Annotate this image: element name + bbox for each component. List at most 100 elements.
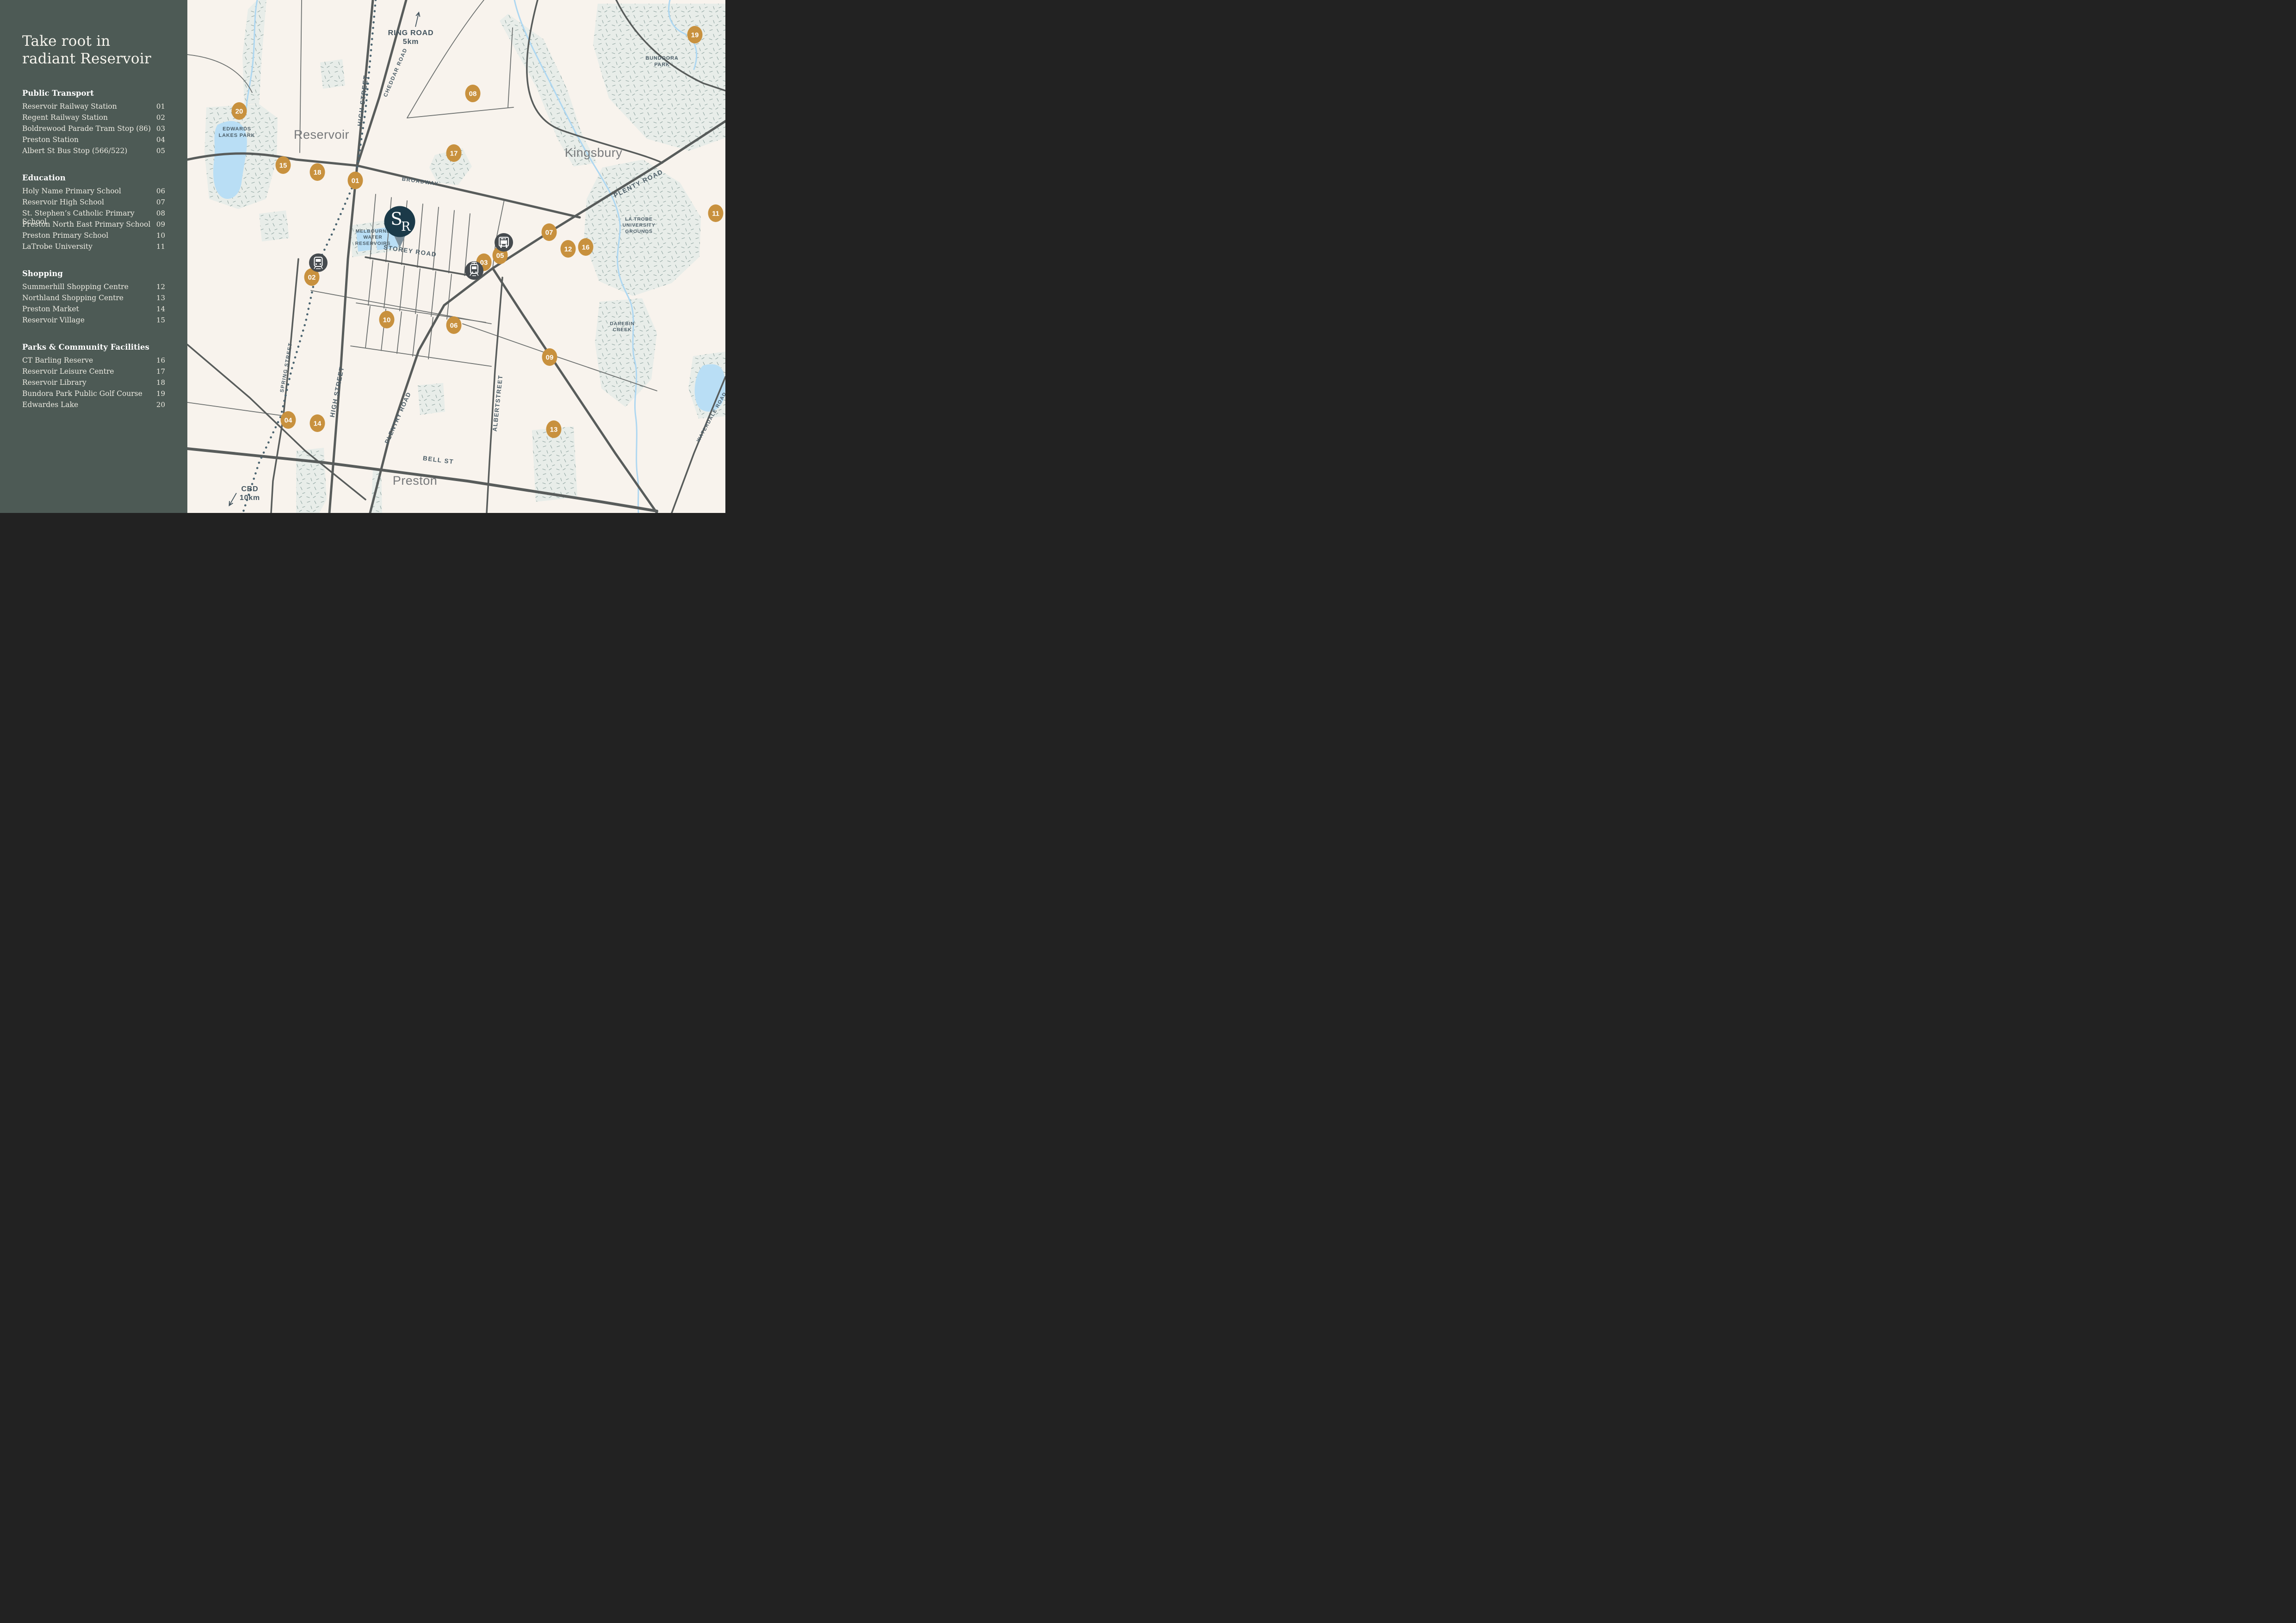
map-marker-15: 15 [276,156,291,174]
legend-item: Northland Shopping Centre 13 [22,294,165,305]
legend-sidebar: Take root inradiant Reservoir Public Tra… [0,0,187,513]
map-marker-06: 06 [446,316,462,334]
marker-number: 06 [450,322,458,330]
park-patch [320,59,345,89]
suburb-map: EDWARDSLAKES PARKBUNDOORAPARKMELBOURNEWA… [187,0,725,513]
marker-number: 17 [450,150,458,158]
legend-item: Preston Market 14 [22,305,165,316]
legend-item-number: 09 [156,220,165,228]
legend-item-label: Reservoir Village [22,316,85,324]
legend-item-label: Albert St Bus Stop (566/522) [22,147,127,155]
legend-item-number: 02 [156,113,165,122]
legend-item-number: 14 [156,305,165,313]
marker-number: 12 [564,246,572,253]
legend-item: Preston North East Primary School 09 [22,220,165,231]
map-marker-19: 19 [687,26,703,43]
marker-number: 08 [469,90,477,98]
map-marker-01: 01 [348,172,363,189]
legend-item-number: 08 [156,209,165,217]
legend-sections: Public Transport Reservoir Railway Statio… [22,89,165,412]
legend-item-label: Preston Station [22,136,79,144]
legend-item: LaTrobe University11 [22,242,165,253]
legend-item-number: 05 [156,147,165,155]
legend-item-label: Edwardes Lake [22,401,78,409]
map-marker-18: 18 [310,163,325,181]
legend-section-heading: Parks & Community Facilities [22,343,165,352]
marker-number: 20 [235,108,243,116]
brochure-page: Take root inradiant Reservoir Public Tra… [0,0,725,513]
legend-item: Regent Railway Station02 [22,113,165,124]
annotation-text: CBD [241,485,258,493]
marker-number: 02 [308,274,316,282]
legend-section-heading: Public Transport [22,89,165,98]
map-marker-08: 08 [465,85,481,102]
legend-item-label: Reservoir Railway Station [22,102,117,111]
legend-item-number: 13 [156,294,165,302]
area-label: DAREBINCREEK [610,321,634,333]
legend-item: Reservoir Leisure Centre17 [22,367,165,378]
legend-item-number: 20 [156,401,165,409]
legend-item-label: Summerhill Shopping Centre [22,283,129,291]
marker-number: 13 [550,426,558,434]
legend-item: Preston Station 04 [22,136,165,147]
park-patch [418,383,445,415]
legend-item: Boldrewood Parade Tram Stop (86) 03 [22,124,165,136]
legend-item-label: CT Barling Reserve [22,356,93,364]
legend-item-label: Holy Name Primary School [22,187,121,195]
legend-item: CT Barling Reserve 16 [22,356,165,367]
area-label: LA TROBEUNIVERSITYGROUNDS [622,216,655,234]
legend-item: Preston Primary School 10 [22,231,165,242]
legend-item-label: LaTrobe University [22,242,93,251]
legend-item: Summerhill Shopping Centre12 [22,283,165,294]
legend-item-number: 17 [156,367,165,376]
train-icon [309,253,328,272]
legend-item-label: Reservoir High School [22,198,104,206]
legend-item-number: 16 [156,356,165,364]
map-marker-14: 14 [310,414,325,432]
map-marker-10: 10 [379,311,395,328]
legend-item: Reservoir High School 07 [22,198,165,209]
legend-item: Holy Name Primary School06 [22,187,165,198]
legend-item-label: Preston Primary School [22,231,108,240]
legend-item: Reservoir Library18 [22,378,165,389]
legend-item: Reservoir Railway Station 01 [22,102,165,113]
legend-item-number: 10 [156,231,165,240]
legend-item-label: Boldrewood Parade Tram Stop (86) [22,124,151,133]
map-marker-11: 11 [708,204,724,222]
legend-item-number: 01 [156,102,165,111]
legend-item-number: 07 [156,198,165,206]
tram-icon [465,261,483,280]
legend-section: Education Holy Name Primary School06Reser… [22,173,165,253]
marker-number: 15 [279,162,287,170]
area-label: EDWARDSLAKES PARK [219,126,255,138]
annotation-text: RING ROAD [388,29,434,37]
marker-number: 19 [691,31,699,39]
legend-item-number: 03 [156,124,165,133]
logo-letter-r: R [401,220,411,234]
legend-item-label: Northland Shopping Centre [22,294,124,302]
page-title: Take root inradiant Reservoir [22,32,165,68]
suburb-label: Preston [393,474,438,488]
map-marker-09: 09 [542,348,557,366]
marker-number: 11 [712,210,719,218]
legend-item-label: Bundora Park Public Golf Course [22,389,142,398]
marker-number: 01 [352,177,359,185]
legend-item-label: Preston North East Primary School [22,220,150,228]
legend-item-number: 04 [156,136,165,144]
legend-item-label: Reservoir Library [22,378,87,387]
marker-number: 16 [582,244,590,252]
legend-item: St. Stephen’s Catholic Primary School08 [22,209,165,220]
legend-item-label: Preston Market [22,305,79,313]
legend-item-number: 15 [156,316,165,324]
marker-number: 04 [285,417,292,425]
legend-item: Reservoir Village 15 [22,316,165,327]
legend-item-number: 19 [156,389,165,398]
park-patch [296,448,327,513]
legend-item: Albert St Bus Stop (566/522) 05 [22,147,165,158]
park-patch [259,210,289,241]
map-marker-07: 07 [542,223,557,241]
marker-number: 07 [545,229,553,237]
map-marker-16: 16 [578,238,594,256]
map-marker-17: 17 [446,144,462,162]
legend-section-heading: Education [22,173,165,182]
